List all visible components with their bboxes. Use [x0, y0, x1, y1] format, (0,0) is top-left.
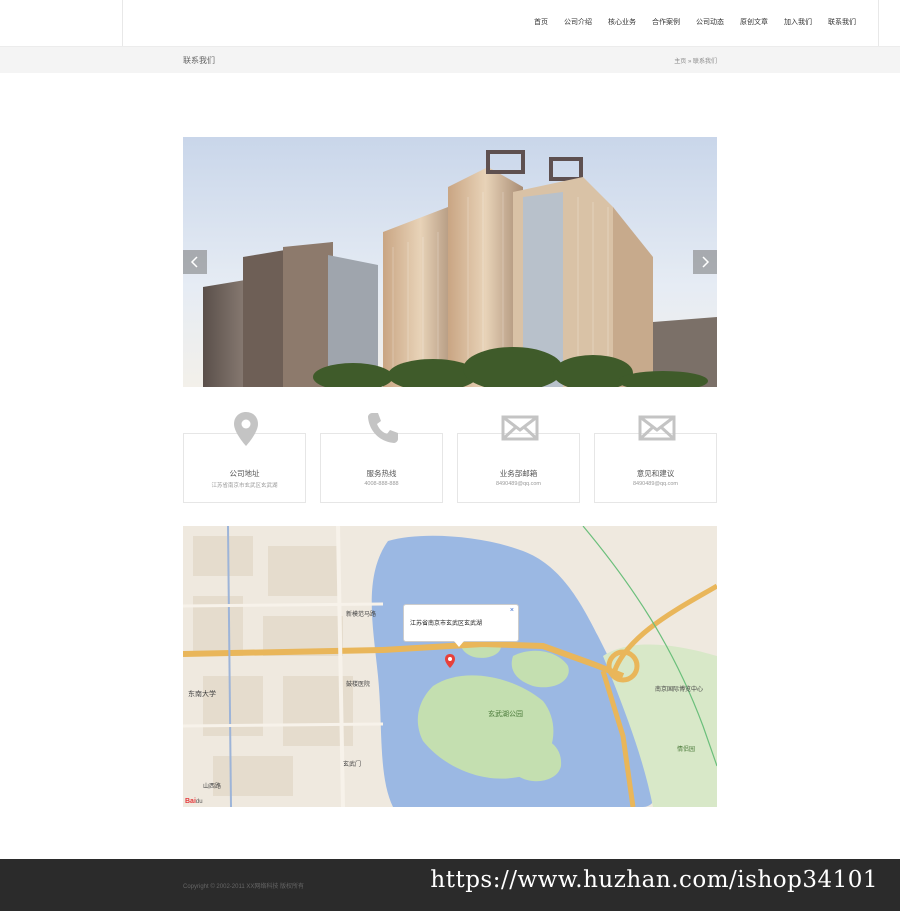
- contact-card-title: 公司地址: [229, 469, 260, 478]
- envelope-icon: [595, 411, 718, 455]
- contact-card-value: 8490489@qq.com: [632, 481, 679, 487]
- contact-card-address: 公司地址 江苏省南京市玄武区玄武湖: [183, 412, 306, 503]
- contact-card-title: 业务部邮箱: [499, 469, 538, 478]
- nav-item-home[interactable]: 首页: [526, 0, 556, 46]
- breadcrumb: 主页 » 联系我们: [674, 56, 717, 65]
- map-logo-brand: Bai: [185, 798, 196, 805]
- breadcrumb-home[interactable]: 主页: [674, 59, 686, 65]
- nav-item-cases[interactable]: 合作案例: [644, 0, 688, 46]
- chevron-right-icon: [702, 256, 710, 268]
- map-info-popup: 江苏省南京市玄武区玄武湖 ×: [403, 604, 519, 647]
- envelope-icon: [458, 411, 581, 455]
- logo-area[interactable]: [0, 0, 123, 46]
- contact-card-value: 8490489@qq.com: [495, 481, 542, 487]
- page-title-bar: 联系我们 主页 » 联系我们: [0, 46, 900, 73]
- contact-cards: 公司地址 江苏省南京市玄武区玄武湖 服务热线 4008-888-888 业务部邮…: [183, 410, 717, 505]
- nav-item-articles[interactable]: 原创文章: [732, 0, 776, 46]
- contact-card-value: 4008-888-888: [364, 481, 399, 487]
- watermark-url: https://www.huzhan.com/ishop34101: [430, 867, 878, 893]
- baidu-map-logo: Baidu: [185, 798, 203, 805]
- map-logo-suffix: du: [195, 799, 203, 805]
- chevron-left-icon: [190, 256, 198, 268]
- phone-icon: [321, 411, 444, 455]
- nav-item-business[interactable]: 核心业务: [600, 0, 644, 46]
- breadcrumb-separator: »: [687, 59, 692, 65]
- slide-image-buildings: [183, 137, 717, 387]
- location-pin-icon: [184, 411, 307, 455]
- contact-card-value: 江苏省南京市玄武区玄武湖: [211, 483, 278, 489]
- contact-card-title: 服务热线: [366, 469, 397, 478]
- header-divider: [878, 0, 879, 46]
- nav-item-about[interactable]: 公司介绍: [556, 0, 600, 46]
- map-marker-icon[interactable]: [445, 654, 455, 668]
- contact-card-hotline: 服务热线 4008-888-888: [320, 413, 443, 503]
- baidu-map[interactable]: 江苏省南京市玄武区玄武湖 × 东南大学 新模范马路 南京国际博览中心 情侣园 鼓…: [183, 526, 717, 807]
- nav-item-news[interactable]: 公司动态: [688, 0, 732, 46]
- slider-next-button[interactable]: [693, 250, 717, 274]
- contact-card-business-email: 业务部邮箱 8490489@qq.com: [457, 415, 580, 503]
- site-header: 首页 公司介绍 核心业务 合作案例 公司动态 原创文章 加入我们 联系我们: [0, 0, 900, 46]
- slider-prev-button[interactable]: [183, 250, 207, 274]
- site-footer: Copyright © 2002-2011 XX网络科技 版权所有 https:…: [0, 859, 900, 911]
- main-nav: 首页 公司介绍 核心业务 合作案例 公司动态 原创文章 加入我们 联系我们: [526, 0, 864, 46]
- breadcrumb-current: 联系我们: [692, 59, 717, 65]
- copyright-text: Copyright © 2002-2011 XX网络科技 版权所有: [183, 884, 305, 890]
- page-title: 联系我们: [183, 56, 215, 65]
- map-popup-text: 江苏省南京市玄武区玄武湖: [410, 621, 483, 627]
- nav-item-contact[interactable]: 联系我们: [820, 0, 864, 46]
- contact-card-title: 意见和建议: [636, 469, 675, 478]
- image-slider: [183, 137, 717, 387]
- nav-item-join[interactable]: 加入我们: [776, 0, 820, 46]
- close-icon[interactable]: ×: [510, 607, 514, 614]
- map-popup-tail: [454, 641, 464, 647]
- contact-card-feedback: 意见和建议 8490489@qq.com: [594, 415, 717, 503]
